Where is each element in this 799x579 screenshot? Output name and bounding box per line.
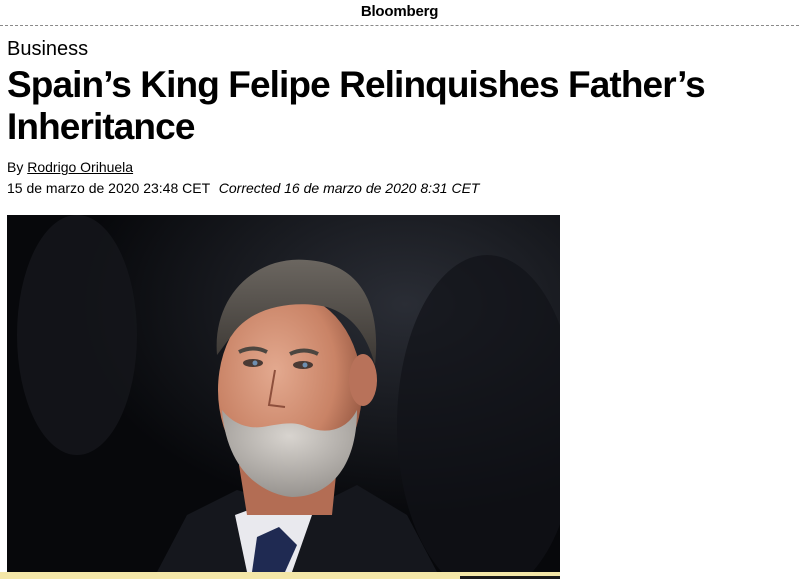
brand-logo[interactable]: Bloomberg bbox=[361, 0, 439, 24]
headline: Spain’s King Felipe Relinquishes Father’… bbox=[7, 64, 706, 147]
published-time: 15 de marzo de 2020 23:48 CET bbox=[7, 180, 210, 196]
byline-prefix: By bbox=[7, 159, 24, 175]
hero-photo-illustration bbox=[7, 215, 560, 572]
byline: By Rodrigo Orihuela bbox=[7, 158, 133, 176]
top-bar: Bloomberg bbox=[0, 0, 799, 26]
section-label[interactable]: Business bbox=[7, 36, 88, 62]
hero-photo bbox=[7, 215, 560, 572]
corrected-time: Corrected 16 de marzo de 2020 8:31 CET bbox=[218, 180, 480, 196]
article-page: Bloomberg Business Spain’s King Felipe R… bbox=[0, 0, 799, 579]
author-link[interactable]: Rodrigo Orihuela bbox=[27, 159, 133, 175]
dateline: 15 de marzo de 2020 23:48 CET Corrected … bbox=[7, 179, 479, 197]
